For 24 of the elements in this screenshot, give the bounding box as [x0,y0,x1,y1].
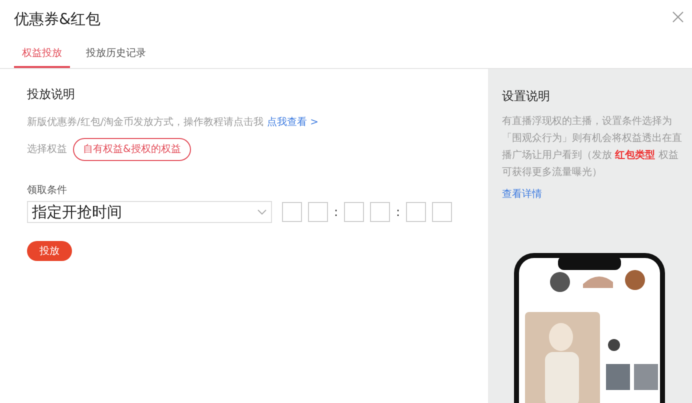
details-link[interactable]: 查看详情 [502,187,682,202]
dialog-title: 优惠券&红包 [14,9,101,30]
time-digit-field[interactable] [406,202,426,222]
tab[interactable]: 权益投放 [14,40,70,68]
field-label: 选择权益 [27,142,67,157]
time-digit-field[interactable] [282,202,302,222]
time-digit-field[interactable] [370,202,390,222]
submit-button[interactable]: 投放 [27,241,72,261]
time-separator: : [334,204,338,221]
time-digit-field[interactable] [432,202,452,222]
time-digit-field[interactable] [344,202,364,222]
field-label: 领取条件 [27,184,68,198]
description-text: 新版优惠券/红包/淘金币发放方式，操作教程请点击我 点我查看 > [27,116,320,130]
close-icon[interactable] [672,11,684,23]
view-link[interactable]: 点我查看 > [266,117,318,128]
time-separator: : [396,204,400,221]
time-digit-field[interactable] [308,202,328,222]
help-text: 有直播浮现权的主播，设置条件选择为「围观众行为」则有机会将权益透出在直播广场让用户看到（发放 红包类型 权益可获得更多流量曝光） [502,114,682,180]
chevron-down-icon [257,209,267,215]
benefit-button[interactable]: 自有权益&授权的权益 [73,138,191,161]
section-title: 投放说明 [27,86,76,103]
tab[interactable]: 投放历史记录 [78,40,154,68]
help-title: 设置说明 [502,88,551,105]
condition-select[interactable]: 指定开抢时间 [27,201,272,223]
